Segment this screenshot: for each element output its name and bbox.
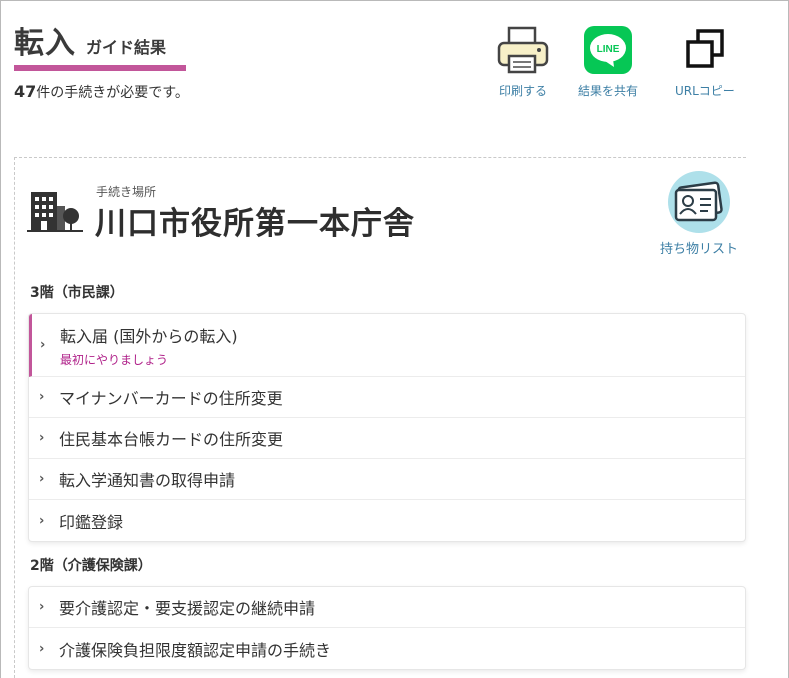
procedure-item-label: 転入学通知書の取得申請 — [59, 471, 236, 490]
floor-heading-3f: 3階（市民課） — [30, 285, 124, 301]
chevron-right-icon: › — [39, 471, 45, 487]
line-icon: LINE — [584, 26, 632, 74]
chevron-right-icon: › — [39, 599, 45, 615]
procedure-item-juki-card-address-change[interactable]: › 住民基本台帳カードの住所変更 — [29, 418, 745, 459]
belongings-label: 持ち物リスト — [660, 242, 739, 257]
procedure-item-mynumber-address-change[interactable]: › マイナンバーカードの住所変更 — [29, 377, 745, 418]
procedure-item-care-burden-limit-application[interactable]: › 介護保険負担限度額認定申請の手続き — [29, 628, 745, 669]
procedure-item-label: 印鑑登録 — [59, 512, 124, 532]
chevron-right-icon: › — [39, 430, 45, 446]
line-badge-text: LINE — [597, 44, 620, 55]
procedure-item-care-certification-renewal[interactable]: › 要介護認定・要支援認定の継続申請 — [29, 587, 745, 628]
url-copy-button[interactable]: URLコピー — [675, 26, 735, 99]
procedure-list-3f: › 転入届 (国外からの転入) 最初にやりましょう › マイナンバーカードの住所… — [28, 313, 746, 542]
procedure-count-text: 件の手続きが必要です。 — [36, 85, 189, 101]
procedure-item-label: 転入届 (国外からの転入) — [60, 326, 238, 346]
procedure-count: 47件の手続きが必要です。 — [14, 82, 189, 102]
id-card-icon — [668, 171, 730, 233]
share-line-button[interactable]: LINE 結果を共有 — [578, 26, 638, 99]
chevron-right-icon: › — [39, 513, 45, 528]
procedure-item-note: 最初にやりましょう — [60, 352, 169, 367]
chevron-right-icon: › — [39, 389, 45, 405]
procedure-item-moving-in-from-abroad[interactable]: › 転入届 (国外からの転入) 最初にやりましょう — [29, 314, 745, 377]
belongings-list-button[interactable]: 持ち物リスト — [660, 170, 738, 257]
procedure-item-school-transfer-notice[interactable]: › 転入学通知書の取得申請 — [29, 459, 745, 500]
procedure-item-label: 介護保険負担限度額認定申請の手続き — [59, 640, 332, 660]
procedure-item-label: 要介護認定・要支援認定の継続申請 — [59, 599, 316, 618]
procedure-item-seal-registration[interactable]: › 印鑑登録 — [29, 500, 745, 541]
chevron-right-icon: › — [40, 337, 46, 353]
page-subtitle: ガイド結果 — [86, 38, 167, 57]
building-icon — [27, 192, 83, 232]
procedure-item-label: マイナンバーカードの住所変更 — [59, 389, 283, 408]
copy-icon — [686, 29, 724, 68]
floor-heading-2f: 2階（介護保険課） — [30, 558, 152, 574]
page-header: 転入 ガイド結果 — [14, 18, 186, 71]
printer-icon — [497, 26, 549, 74]
title-underline — [14, 65, 186, 71]
place-name: 川口市役所第一本庁舎 — [95, 206, 415, 242]
url-copy-label: URLコピー — [675, 84, 735, 98]
share-label: 結果を共有 — [578, 84, 639, 98]
print-label: 印刷する — [498, 84, 547, 98]
chevron-right-icon: › — [39, 641, 45, 656]
procedure-list-2f: › 要介護認定・要支援認定の継続申請 › 介護保険負担限度額認定申請の手続き — [28, 586, 746, 670]
procedure-item-label: 住民基本台帳カードの住所変更 — [59, 430, 284, 449]
print-button[interactable]: 印刷する — [496, 26, 550, 99]
procedure-count-number: 47 — [14, 82, 37, 101]
page-title: 転入 — [14, 26, 76, 61]
